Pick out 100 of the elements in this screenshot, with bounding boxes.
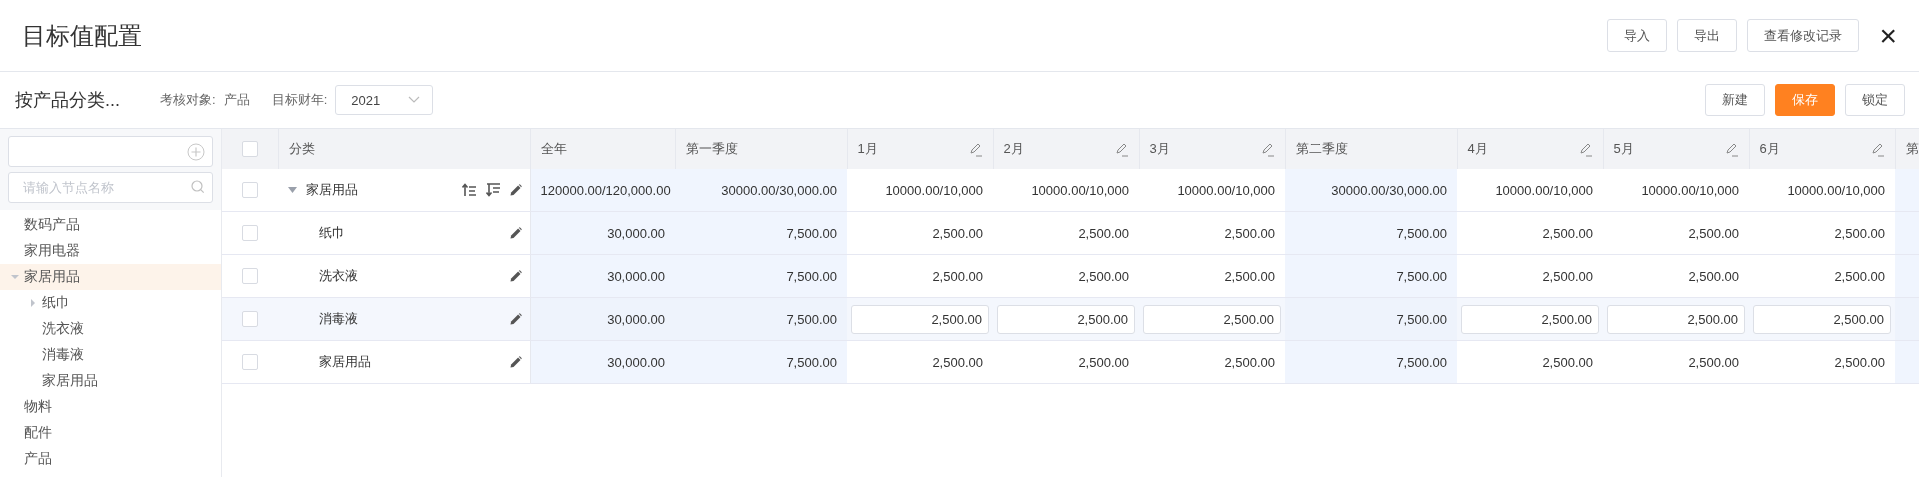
value-text: 2,500.00 — [1224, 354, 1275, 370]
checkbox[interactable] — [242, 225, 258, 242]
value-input[interactable]: 2,500.00 — [1753, 304, 1891, 334]
sort-descending-icon[interactable] — [485, 183, 501, 197]
category-name: 家居用品 — [319, 353, 371, 371]
value-input[interactable]: 2,500.00 — [1607, 304, 1745, 334]
pencil-icon[interactable] — [509, 270, 522, 282]
action-button[interactable]: 导入 — [1607, 19, 1668, 52]
value-text: 7,500.00 — [786, 268, 837, 284]
value-text: 2,500.00 — [1542, 225, 1593, 241]
value-text: 10000.00/10,000 — [1031, 182, 1129, 198]
tree-item[interactable]: 洗衣液 — [0, 316, 221, 342]
value-text: 2,500.00 — [1688, 354, 1739, 370]
value-input[interactable]: 2,500.00 — [1461, 304, 1599, 334]
tree-item[interactable]: 家居用品 — [0, 264, 221, 290]
pencil-icon[interactable] — [1870, 141, 1885, 157]
column-header: 第一季度 — [685, 140, 738, 158]
search-icon[interactable] — [191, 180, 205, 194]
value-text: 2,500.00 — [1078, 268, 1129, 284]
pencil-icon[interactable] — [1114, 141, 1129, 157]
value-text: 120000.00/120,000.00 — [540, 182, 671, 198]
value-text: 30,000.00 — [607, 268, 665, 284]
pencil-icon[interactable] — [1578, 141, 1593, 157]
category-name: 消毒液 — [319, 310, 358, 328]
checkbox[interactable] — [242, 354, 258, 371]
value-input[interactable]: 2,500.00 — [997, 304, 1135, 334]
field-label: 目标财年: — [271, 91, 328, 109]
category-name: 洗衣液 — [319, 267, 358, 285]
pencil-icon[interactable] — [1724, 141, 1739, 157]
checkbox[interactable] — [242, 268, 258, 285]
pencil-icon[interactable] — [509, 227, 522, 239]
field-label: 考核对象: — [160, 91, 216, 109]
value-text: 30,000.00 — [607, 311, 665, 327]
column-header: 第 — [1905, 140, 1919, 158]
checkbox[interactable] — [242, 182, 258, 199]
value-text: 10000.00/10,000 — [1495, 182, 1593, 198]
caret-right-icon[interactable] — [29, 299, 37, 307]
value-input[interactable]: 2,500.00 — [1143, 304, 1281, 334]
column-header: 3月 — [1149, 140, 1170, 158]
caret-down-icon[interactable] — [11, 273, 19, 281]
checkbox[interactable] — [242, 311, 258, 328]
dialog-title: 目标值配置 — [22, 20, 142, 51]
category-heading: 按产品分类... — [15, 89, 120, 112]
tree-item[interactable]: 纸巾 — [0, 290, 221, 316]
search-field[interactable]: 请输入节点名称 — [8, 172, 213, 203]
year-select[interactable]: 2021 — [335, 85, 434, 115]
chevron-down-icon — [408, 96, 421, 104]
node-input-field[interactable] — [8, 136, 213, 167]
value-text: 7,500.00 — [1396, 268, 1447, 284]
value-text: 7,500.00 — [786, 225, 837, 241]
tree-item[interactable]: 家居用品 — [0, 368, 221, 394]
tree-item[interactable]: 物料 — [0, 394, 221, 420]
caret-down-icon[interactable] — [288, 187, 297, 193]
action-button[interactable]: 导出 — [1677, 19, 1738, 52]
value-text: 2,500.00 — [1078, 225, 1129, 241]
tree-item[interactable]: 配件 — [0, 420, 221, 446]
tree-item[interactable]: 消毒液 — [0, 342, 221, 368]
pencil-icon[interactable] — [509, 184, 522, 196]
value-text: 2,500.00 — [1688, 268, 1739, 284]
value-text: 7,500.00 — [1396, 354, 1447, 370]
value-text: 2,500.00 — [1834, 225, 1885, 241]
column-header: 分类 — [288, 140, 315, 158]
pencil-icon[interactable] — [509, 356, 522, 368]
tree-item[interactable]: 产品 — [0, 446, 221, 472]
value-text: 2,500.00 — [1834, 268, 1885, 284]
value-text: 2,500.00 — [1078, 354, 1129, 370]
column-header: 1月 — [857, 140, 878, 158]
add-icon[interactable] — [187, 142, 205, 161]
checkbox[interactable] — [241, 141, 258, 158]
value-text: 2,500.00 — [932, 268, 983, 284]
pencil-icon[interactable] — [509, 313, 522, 325]
value-text: 2,500.00 — [1224, 225, 1275, 241]
close-button[interactable]: × — [1875, 20, 1901, 51]
category-name: 家居用品 — [306, 181, 358, 199]
action-button[interactable]: 查看修改记录 — [1747, 19, 1860, 52]
value-text: 10000.00/10,000 — [885, 182, 983, 198]
sort-ascending-icon[interactable] — [461, 183, 477, 197]
value-text: 2,500.00 — [932, 225, 983, 241]
toolbar-button[interactable]: 新建 — [1705, 84, 1765, 116]
category-name: 纸巾 — [319, 224, 345, 242]
value-text: 2,500.00 — [1542, 354, 1593, 370]
pencil-icon[interactable] — [968, 141, 983, 157]
pencil-icon[interactable] — [1260, 141, 1275, 157]
value-text: 30000.00/30,000.00 — [721, 182, 837, 198]
value-text: 10000.00/10,000 — [1641, 182, 1739, 198]
value-text: 30,000.00 — [607, 225, 665, 241]
toolbar-button[interactable]: 锁定 — [1845, 84, 1905, 116]
column-header: 6月 — [1759, 140, 1780, 158]
column-header: 2月 — [1003, 140, 1024, 158]
field-value: 产品 — [223, 91, 250, 109]
value-text: 30000.00/30,000.00 — [1331, 182, 1447, 198]
tree-item[interactable]: 数码产品 — [0, 212, 221, 238]
value-text: 2,500.00 — [1834, 354, 1885, 370]
value-text: 2,500.00 — [1224, 268, 1275, 284]
tree-item[interactable]: 家用电器 — [0, 238, 221, 264]
column-header: 第二季度 — [1295, 140, 1348, 158]
value-text: 30,000.00 — [607, 354, 665, 370]
value-text: 7,500.00 — [1396, 311, 1447, 327]
value-input[interactable]: 2,500.00 — [851, 304, 989, 334]
value-text: 7,500.00 — [786, 354, 837, 370]
